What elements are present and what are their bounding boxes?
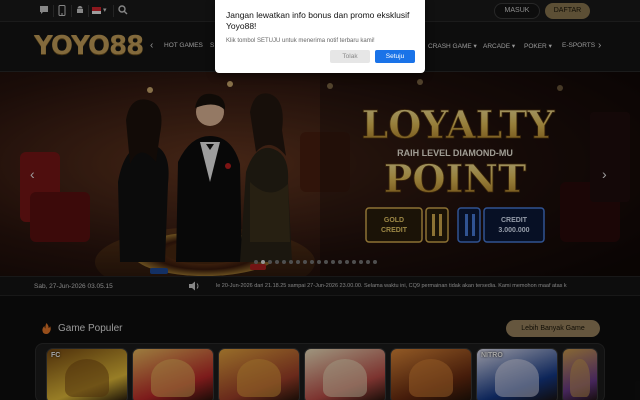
accept-button[interactable]: Setuju (375, 50, 415, 63)
dialog-message: Klik tombol SETUJU untuk menerima notif … (226, 38, 375, 44)
yoyo88-page: ▾ MASUK DAFTAR YOYO88 ‹ HOT GAMES S CRAS… (0, 0, 640, 400)
dialog-title: Jangan lewatkan info bonus dan promo eks… (226, 10, 410, 31)
decline-button[interactable]: Tolak (330, 50, 370, 63)
